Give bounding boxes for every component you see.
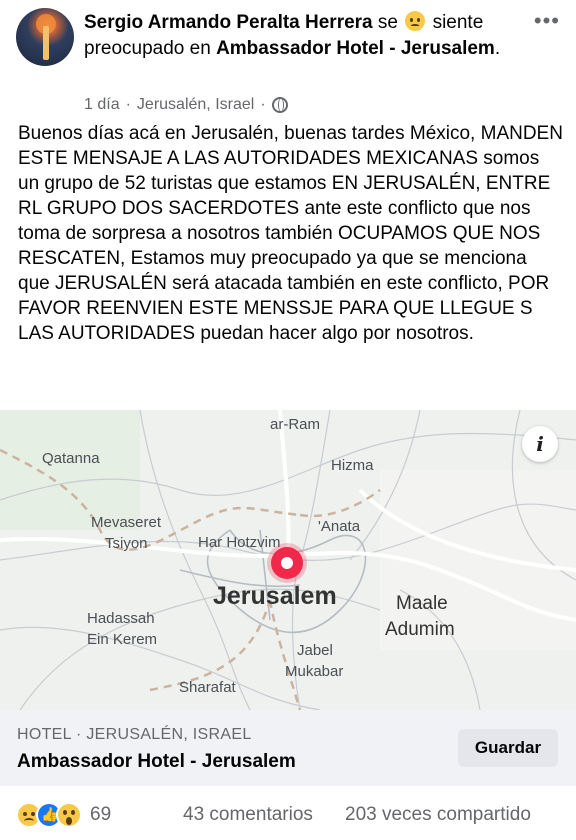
worried-face-icon (405, 11, 426, 31)
avatar-tower (43, 26, 49, 60)
author-name[interactable]: Sergio Armando Peralta Herrera (84, 12, 373, 33)
post-time[interactable]: 1 día (84, 96, 120, 114)
map-view[interactable]: ar-Ram Qatanna Hizma Mevaseret Tsiyon Ha… (0, 410, 576, 710)
map-label-jerusalem: Jerusalem (213, 582, 337, 610)
more-options-button[interactable]: ••• (534, 8, 560, 34)
shares-count[interactable]: 203 veces compartido (345, 804, 531, 826)
map-label-mukabar: Mukabar (285, 663, 344, 680)
map-label-ein-kerem: Ein Kerem (87, 631, 158, 648)
title-end: . (494, 38, 501, 59)
place-card[interactable]: HOTEL · JERUSALÉN, ISRAEL Ambassador Hot… (0, 710, 576, 786)
place-category: HOTEL · JERUSALÉN, ISRAEL (17, 726, 252, 743)
comments-count[interactable]: 43 comentarios (183, 804, 313, 826)
globe-icon (271, 97, 288, 113)
feeling-prefix: se (377, 12, 398, 33)
post-meta: 1 día · Jerusalén, Israel · (84, 96, 288, 114)
map-label-ar-ram: ar-Ram (270, 416, 321, 433)
reaction-count[interactable]: 69 (90, 804, 111, 826)
map-label-hadassah: Hadassah (87, 610, 155, 627)
meta-separator: · (125, 96, 131, 113)
map-label-tsiyon: Tsiyon (105, 535, 148, 552)
post-title: Sergio Armando Peralta Herrera se siente… (84, 10, 524, 62)
map-label-hizma: Hizma (331, 457, 374, 474)
save-button[interactable]: Guardar (458, 729, 558, 767)
reaction-icons[interactable] (16, 802, 86, 828)
location-link[interactable]: Ambassador Hotel - Jerusalem (216, 38, 495, 59)
author-avatar[interactable] (16, 8, 74, 66)
location-pin-icon[interactable] (271, 547, 303, 579)
map-label-qatanna: Qatanna (42, 450, 100, 467)
place-name[interactable]: Ambassador Hotel - Jerusalem (17, 751, 296, 773)
map-label-har-hotzvim: Har Hotzvim (198, 534, 281, 551)
map-label-sharafat: Sharafat (179, 679, 236, 696)
map-info-button[interactable]: i (522, 426, 558, 462)
map-label-mevaseret: Mevaseret (91, 514, 162, 531)
map-label-anata: 'Anata (318, 518, 361, 535)
post-body: Buenos días acá en Jerusalén, buenas tar… (18, 123, 563, 344)
map-label-jabel: Jabel (297, 642, 333, 659)
map-label-adumim: Adumim (385, 619, 455, 640)
post-place: Jerusalén, Israel (136, 96, 255, 113)
wow-icon (56, 802, 82, 828)
meta-separator-2: · (260, 96, 266, 113)
post-header: Sergio Armando Peralta Herrera se siente… (0, 0, 576, 122)
map-label-maale: Maale (396, 593, 448, 614)
reactions-bar: 69 43 comentarios 203 veces compartido (0, 796, 576, 836)
